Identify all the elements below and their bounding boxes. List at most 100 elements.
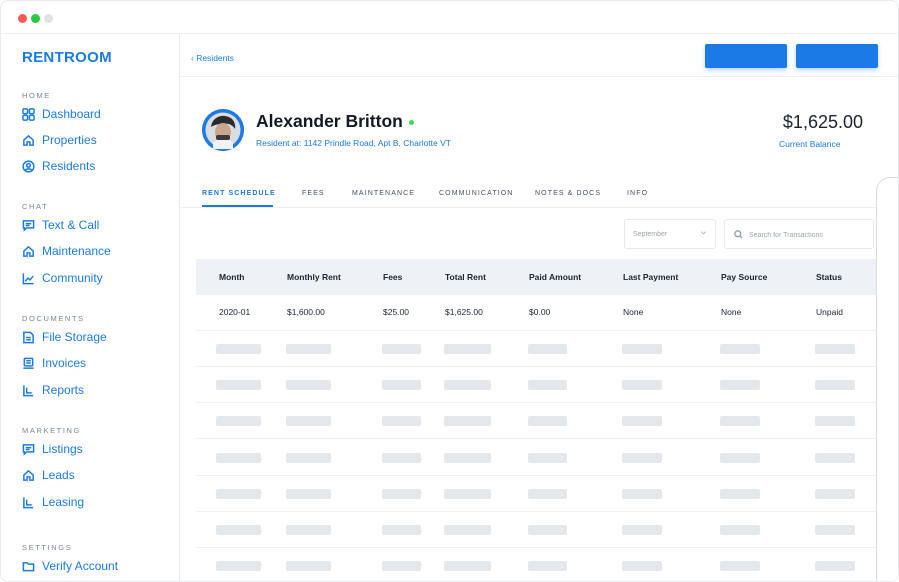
column-header-last-payment[interactable]: Last Payment: [623, 272, 678, 282]
column-header-total-rent[interactable]: Total Rent: [445, 272, 486, 282]
column-header-status[interactable]: Status: [816, 272, 842, 282]
section-title-documents: DOCUMENTS: [22, 314, 85, 323]
chevron-down-icon: [700, 231, 707, 235]
skeleton-cell: [444, 344, 491, 354]
brand-logo[interactable]: RENTROOM: [22, 49, 112, 66]
skeleton-cell: [622, 416, 662, 427]
table-row[interactable]: 2020-01 $1,600.00 $25.00 $1,625.00 $0.00…: [196, 295, 879, 331]
placeholder-row: [196, 476, 879, 512]
skeleton-cell: [444, 525, 491, 535]
month-select[interactable]: September: [624, 219, 716, 249]
cell-monthly-rent: $1,600.00: [287, 307, 325, 317]
sidebar-item-label: Residents: [42, 159, 96, 173]
column-header-month[interactable]: Month: [219, 272, 245, 282]
sidebar-item-leasing[interactable]: Leasing: [22, 495, 84, 509]
skeleton-cell: [382, 416, 421, 427]
search-icon: [734, 230, 743, 239]
table-header: Month Monthly Rent Fees Total Rent Paid …: [196, 259, 879, 295]
skeleton-cell: [216, 452, 261, 463]
skeleton-cell: [216, 344, 261, 354]
sidebar-item-label: File Storage: [42, 330, 107, 344]
chat-icon: [22, 443, 35, 456]
sidebar-item-label: Maintenance: [42, 244, 111, 258]
dashboard-icon: [22, 107, 35, 121]
secondary-action-button[interactable]: [796, 44, 878, 68]
column-header-pay-source[interactable]: Pay Source: [721, 272, 767, 282]
tabs-divider: [181, 207, 898, 208]
sidebar-item-maintenance[interactable]: Maintenance: [22, 244, 111, 258]
cell-fees: $25.00: [383, 307, 409, 317]
transaction-search[interactable]: [724, 219, 874, 249]
primary-action-button[interactable]: [705, 44, 787, 68]
chat-icon: [22, 219, 35, 232]
user-icon: [22, 159, 35, 173]
skeleton-cell: [286, 380, 331, 391]
cell-status: Unpaid: [816, 307, 843, 317]
breadcrumb-back-link[interactable]: ‹ Residents: [191, 53, 234, 63]
skeleton-cell: [286, 416, 331, 427]
skeleton-cell: [286, 488, 331, 499]
skeleton-cell: [216, 380, 261, 391]
skeleton-cell: [528, 380, 567, 391]
skeleton-cell: [216, 561, 261, 572]
skeleton-cell: [622, 561, 662, 572]
search-input[interactable]: [749, 228, 869, 242]
sidebar-item-properties[interactable]: Properties: [22, 133, 97, 147]
column-header-monthly-rent[interactable]: Monthly Rent: [287, 272, 341, 282]
skeleton-cell: [382, 561, 421, 572]
tab-notes-docs[interactable]: NOTES & DOCS: [535, 190, 601, 197]
sidebar-item-label: Leasing: [42, 495, 85, 509]
sidebar-item-dashboard[interactable]: Dashboard: [22, 107, 101, 121]
section-title-chat: CHAT: [22, 202, 49, 211]
skeleton-cell: [216, 488, 261, 499]
skeleton-cell: [815, 416, 855, 427]
resident-name: Alexander Britton: [256, 111, 403, 131]
maximize-window-button[interactable]: [31, 14, 40, 23]
sidebar-item-invoices[interactable]: Invoices: [22, 356, 86, 370]
title-bar: [1, 1, 898, 34]
column-header-fees[interactable]: Fees: [383, 272, 402, 282]
column-header-paid-amount[interactable]: Paid Amount: [529, 272, 581, 282]
overlapping-device-edge: [876, 177, 898, 581]
skeleton-cell: [622, 452, 662, 463]
cell-total-rent: $1,625.00: [445, 307, 483, 317]
skeleton-cell: [528, 488, 567, 499]
sidebar-item-label: Text & Call: [42, 218, 100, 232]
skeleton-cell: [286, 525, 331, 535]
tab-fees[interactable]: FEES: [302, 190, 325, 197]
minimize-window-button[interactable]: [44, 14, 53, 23]
placeholder-row: [196, 331, 879, 367]
sidebar-item-label: Leads: [42, 468, 75, 482]
tab-communication[interactable]: COMMUNICATION: [439, 190, 513, 197]
skeleton-cell: [444, 488, 491, 499]
cell-pay-source: None: [721, 307, 742, 317]
tab-maintenance[interactable]: MAINTENANCE: [352, 190, 415, 197]
sidebar-item-text-call[interactable]: Text & Call: [22, 218, 99, 232]
sidebar-item-residents[interactable]: Residents: [22, 159, 95, 173]
sidebar-item-community[interactable]: Community: [22, 271, 103, 285]
tab-rent-schedule[interactable]: RENT SCHEDULE: [202, 190, 276, 197]
skeleton-cell: [382, 344, 421, 354]
file-icon: [23, 331, 34, 343]
sidebar-item-leads[interactable]: Leads: [22, 468, 75, 482]
month-select-value: September: [633, 231, 668, 238]
skeleton-cell: [216, 416, 261, 427]
skeleton-cell: [622, 344, 662, 354]
tab-info[interactable]: INFO: [627, 190, 648, 197]
sidebar-item-verify-account[interactable]: Verify Account: [22, 559, 118, 573]
skeleton-cell: [528, 525, 567, 535]
skeleton-cell: [382, 525, 421, 535]
sidebar-item-file-storage[interactable]: File Storage: [22, 330, 107, 344]
skeleton-cell: [444, 380, 491, 391]
sidebar-item-reports[interactable]: Reports: [22, 383, 84, 397]
close-window-button[interactable]: [18, 14, 27, 23]
main-content: ‹ Residents Alexander Britton Resident a…: [181, 34, 898, 581]
skeleton-cell: [382, 488, 421, 499]
placeholder-row: [196, 367, 879, 404]
resident-avatar[interactable]: [202, 109, 244, 151]
sidebar-item-listings[interactable]: Listings: [22, 442, 83, 456]
home-icon: [23, 245, 34, 257]
skeleton-cell: [815, 525, 855, 535]
current-balance-amount: $1,625.00: [782, 112, 863, 132]
sidebar-item-label: Community: [42, 271, 103, 285]
